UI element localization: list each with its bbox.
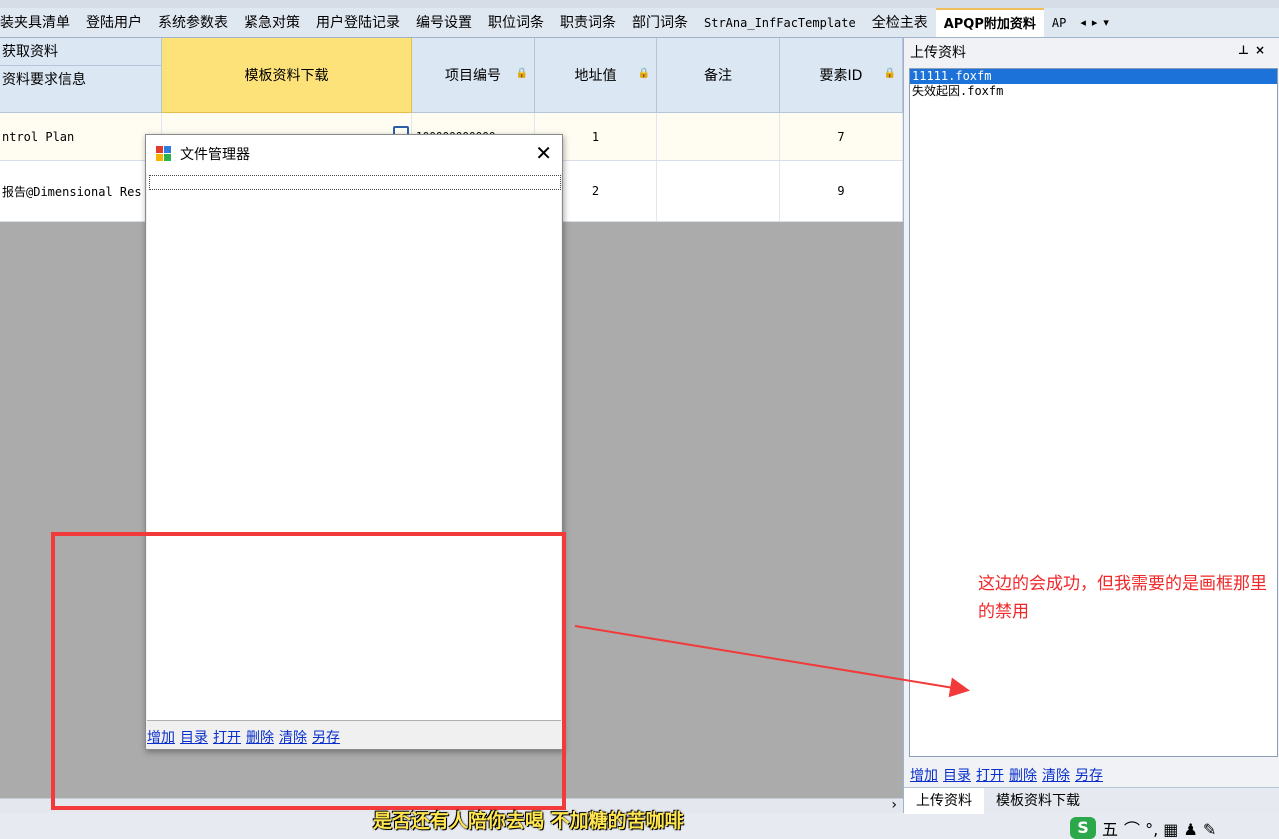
- ime-tool-icons[interactable]: ⌒ °, ▦ ♟ ✎: [1124, 816, 1216, 839]
- sogou-logo-icon[interactable]: S: [1070, 817, 1096, 839]
- ime-toolbar[interactable]: S 五 ⌒ °, ▦ ♟ ✎: [1070, 816, 1216, 839]
- annotation-note: 这边的会成功，但我需要的是画框那里的禁用: [978, 574, 1267, 622]
- ime-mode[interactable]: 五: [1102, 816, 1118, 839]
- annotation-arrow: [574, 625, 970, 698]
- video-subtitle: 是否还有人陪你去喝 不加糖的苦咖啡: [373, 810, 684, 832]
